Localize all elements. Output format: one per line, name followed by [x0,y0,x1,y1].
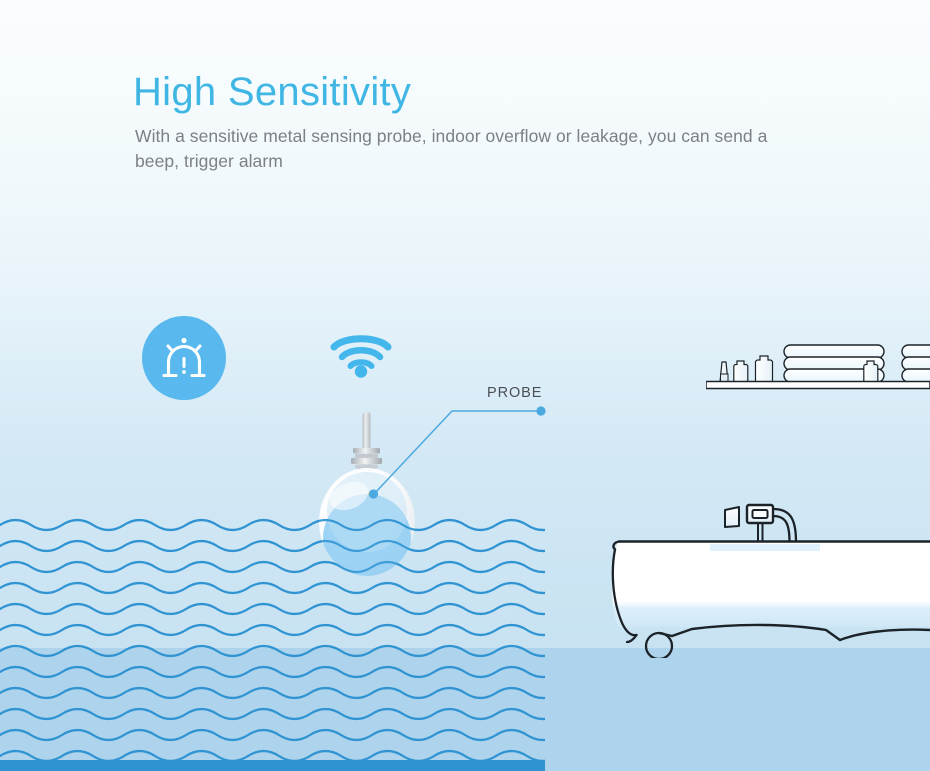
page-title: High Sensitivity [133,70,412,114]
alarm-siren-icon [162,337,206,378]
probe-label: PROBE [487,385,543,401]
page-subtitle: With a sensitive metal sensing probe, in… [135,126,768,172]
alarm-siren-badge [142,316,226,400]
probe-callout-line [360,396,555,506]
promo-banner: High Sensitivity With a sensitive metal … [0,0,930,771]
bath-faucet [724,503,798,544]
wifi-icon [330,332,392,378]
water-wave-pattern [0,515,545,760]
bottom-accent-bar [0,760,545,771]
bathroom-shelf [706,320,930,392]
clawfoot-bathtub [600,478,930,658]
